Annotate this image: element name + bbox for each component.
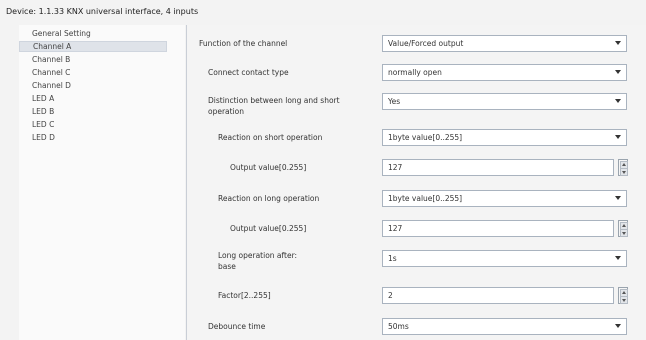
long-reaction-dropdown[interactable]: 1byte value[0..255]	[382, 190, 627, 207]
factor-spinner[interactable]	[618, 287, 628, 304]
window-title: Device: 1.1.33 KNX universal interface, …	[6, 7, 199, 16]
sidebar-item-general-setting[interactable]: General Setting	[19, 28, 167, 39]
sidebar-item-led-b[interactable]: LED B	[19, 106, 167, 117]
short-reaction-value: 1byte value[0..255]	[388, 133, 463, 142]
sidebar-item-led-a[interactable]: LED A	[19, 93, 167, 104]
sidebar-item-channel-d[interactable]: Channel D	[19, 80, 167, 91]
short-reaction-dropdown[interactable]: 1byte value[0..255]	[382, 129, 627, 146]
long-output-spinner[interactable]	[618, 220, 628, 237]
short-output-spinner[interactable]	[618, 159, 628, 176]
factor-input[interactable]: 2	[382, 287, 614, 304]
distinction-value: Yes	[388, 97, 401, 106]
sidebar-nav: General Setting Channel A Channel B Chan…	[19, 25, 185, 340]
chevron-down-icon	[615, 324, 621, 328]
debounce-value: 50ms	[388, 322, 409, 331]
param-label-long-reaction: Reaction on long operation	[218, 194, 320, 203]
long-base-value: 1s	[388, 254, 397, 263]
param-label-distinction: Distinction between long and short opera…	[208, 96, 340, 116]
chevron-down-icon	[615, 99, 621, 103]
spin-down-icon[interactable]	[620, 229, 628, 237]
sidebar-item-led-d[interactable]: LED D	[19, 132, 167, 143]
long-reaction-value: 1byte value[0..255]	[388, 194, 463, 203]
sidebar-item-led-c[interactable]: LED C	[19, 119, 167, 130]
long-base-dropdown[interactable]: 1s	[382, 250, 627, 267]
factor-value: 2	[388, 291, 393, 300]
param-label-debounce: Debounce time	[208, 322, 266, 331]
short-output-value: 127	[388, 163, 403, 172]
function-value: Value/Forced output	[388, 39, 464, 48]
param-label-short-output: Output value[0.255]	[230, 163, 307, 172]
param-label-function: Function of the channel	[199, 39, 288, 48]
short-output-input[interactable]: 127	[382, 159, 614, 176]
long-output-input[interactable]: 127	[382, 220, 614, 237]
chevron-down-icon	[615, 70, 621, 74]
contact-type-dropdown[interactable]: normally open	[382, 64, 627, 81]
distinction-dropdown[interactable]: Yes	[382, 93, 627, 110]
function-dropdown[interactable]: Value/Forced output	[382, 35, 627, 52]
chevron-down-icon	[615, 196, 621, 200]
param-label-long-output: Output value[0.255]	[230, 224, 307, 233]
param-label-factor: Factor[2..255]	[218, 291, 271, 300]
contact-type-value: normally open	[388, 68, 442, 77]
chevron-down-icon	[615, 135, 621, 139]
sidebar-item-channel-b[interactable]: Channel B	[19, 54, 167, 65]
param-label-short-reaction: Reaction on short operation	[218, 133, 323, 142]
long-output-value: 127	[388, 224, 403, 233]
sidebar-item-channel-a[interactable]: Channel A	[19, 41, 167, 52]
chevron-down-icon	[615, 41, 621, 45]
param-label-long-base: Long operation after: base	[218, 251, 298, 271]
parameter-panel: Function of the channel Value/Forced out…	[186, 25, 646, 340]
spin-down-icon[interactable]	[620, 168, 628, 176]
chevron-down-icon	[615, 256, 621, 260]
param-label-contact-type: Connect contact type	[208, 68, 289, 77]
debounce-dropdown[interactable]: 50ms	[382, 318, 627, 335]
sidebar-item-channel-c[interactable]: Channel C	[19, 67, 167, 78]
spin-down-icon[interactable]	[620, 296, 628, 304]
